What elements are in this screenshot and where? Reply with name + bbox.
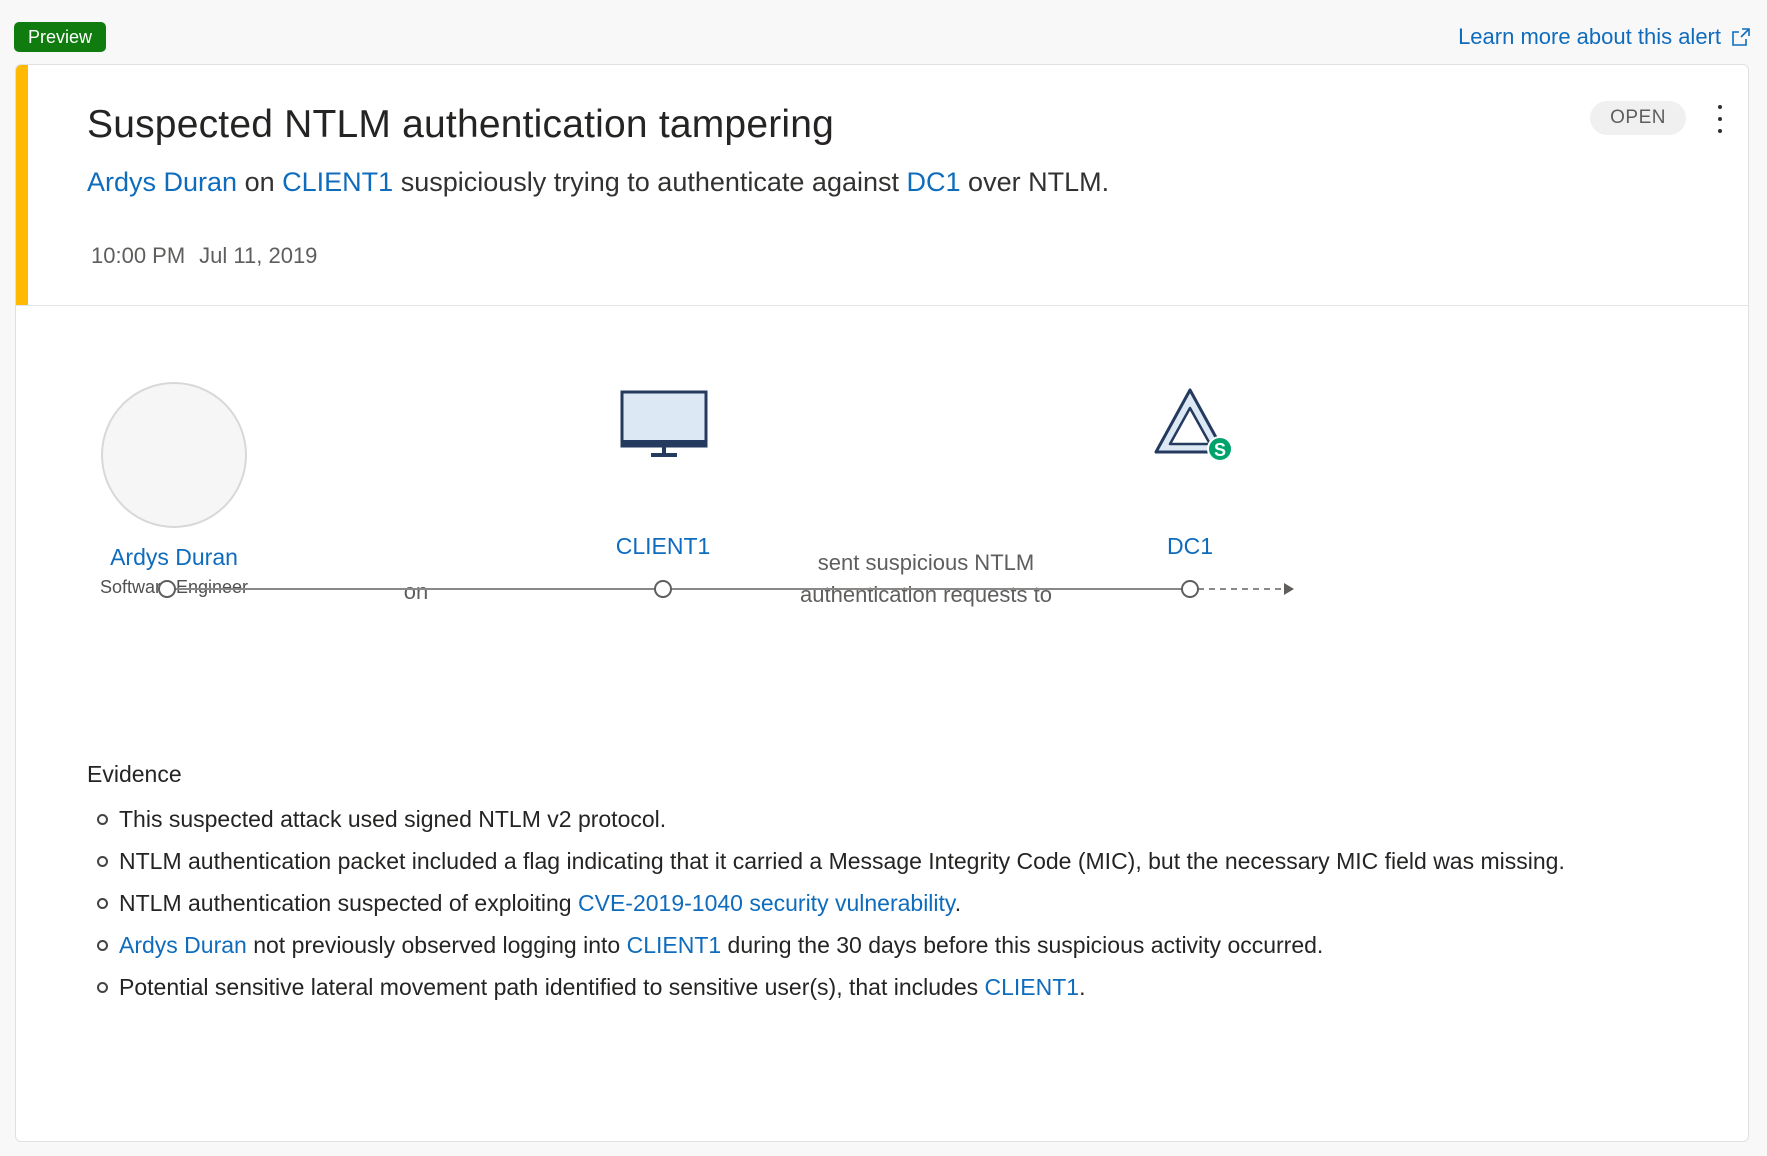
evidence-text: . <box>1079 974 1086 1000</box>
external-link-icon <box>1732 28 1750 46</box>
preview-badge: Preview <box>14 22 107 52</box>
alert-description: Ardys Duran on CLIENT1 suspiciously tryi… <box>87 167 1109 198</box>
learn-more-link[interactable]: Learn more about this alert <box>1458 24 1751 50</box>
timeline <box>158 580 1294 598</box>
computer-link[interactable]: CLIENT1 <box>282 167 393 197</box>
evidence-text: . <box>954 890 962 916</box>
alert-timestamp: 10:00 PM Jul 11, 2019 <box>91 243 317 269</box>
evidence-text: NTLM authentication packet included a fl… <box>119 848 1565 874</box>
alert-header: Suspected NTLM authentication tampering … <box>16 65 1748 306</box>
evidence-item: Ardys Duran not previously observed logg… <box>87 930 1708 960</box>
more-options-button[interactable] <box>1708 101 1732 137</box>
evidence-list: This suspected attack used signed NTLM v… <box>87 804 1708 1002</box>
evidence-text: during the 30 days before this suspiciou… <box>721 932 1324 958</box>
evidence-item: This suspected attack used signed NTLM v… <box>87 804 1708 834</box>
status-badge[interactable]: OPEN <box>1590 101 1686 135</box>
alert-card: Suspected NTLM authentication tampering … <box>15 64 1749 1142</box>
timeline-node-computer <box>654 580 672 598</box>
timeline-arrow-icon <box>1284 583 1294 595</box>
evidence-text: not previously observed logging into <box>246 932 627 958</box>
evidence-title: Evidence <box>87 761 182 787</box>
more-options-icon <box>1718 105 1722 109</box>
evidence-text: This suspected attack used signed NTLM v… <box>119 806 667 832</box>
desc-text-3: over NTLM. <box>968 167 1110 197</box>
evidence-item: NTLM authentication packet included a fl… <box>87 846 1708 876</box>
desc-text-1: on <box>244 167 275 197</box>
dc-link[interactable]: DC1 <box>907 167 961 197</box>
alert-date: Jul 11, 2019 <box>199 243 318 268</box>
cve-link[interactable]: CVE-2019-1040 security vulnerability <box>578 890 955 916</box>
evidence-item: Potential sensitive lateral movement pat… <box>87 972 1708 1002</box>
more-options-icon-dot <box>1718 117 1722 121</box>
evidence-text: NTLM authentication suspected of exploit… <box>119 890 578 916</box>
timeline-node-dc <box>1181 580 1199 598</box>
evidence-computer-link[interactable]: CLIENT1 <box>627 932 722 958</box>
alert-time: 10:00 PM <box>91 243 186 268</box>
evidence-item: NTLM authentication suspected of exploit… <box>87 888 1708 918</box>
evidence-user-link[interactable]: Ardys Duran <box>119 932 247 958</box>
alert-diagram: Ardys Duran Software Engineer CLIENT1 S … <box>16 306 1748 756</box>
evidence-computer-link[interactable]: CLIENT1 <box>985 974 1080 1000</box>
learn-more-label: Learn more about this alert <box>1458 24 1721 49</box>
timeline-node-user <box>158 580 176 598</box>
more-options-icon-dot <box>1718 129 1722 133</box>
severity-accent-bar <box>16 65 28 305</box>
evidence-section: Evidence This suspected attack used sign… <box>87 761 1708 1014</box>
alert-title: Suspected NTLM authentication tampering <box>87 103 835 146</box>
user-link[interactable]: Ardys Duran <box>87 167 237 197</box>
evidence-text: Potential sensitive lateral movement pat… <box>119 974 985 1000</box>
desc-text-2: suspiciously trying to authenticate agai… <box>400 167 899 197</box>
